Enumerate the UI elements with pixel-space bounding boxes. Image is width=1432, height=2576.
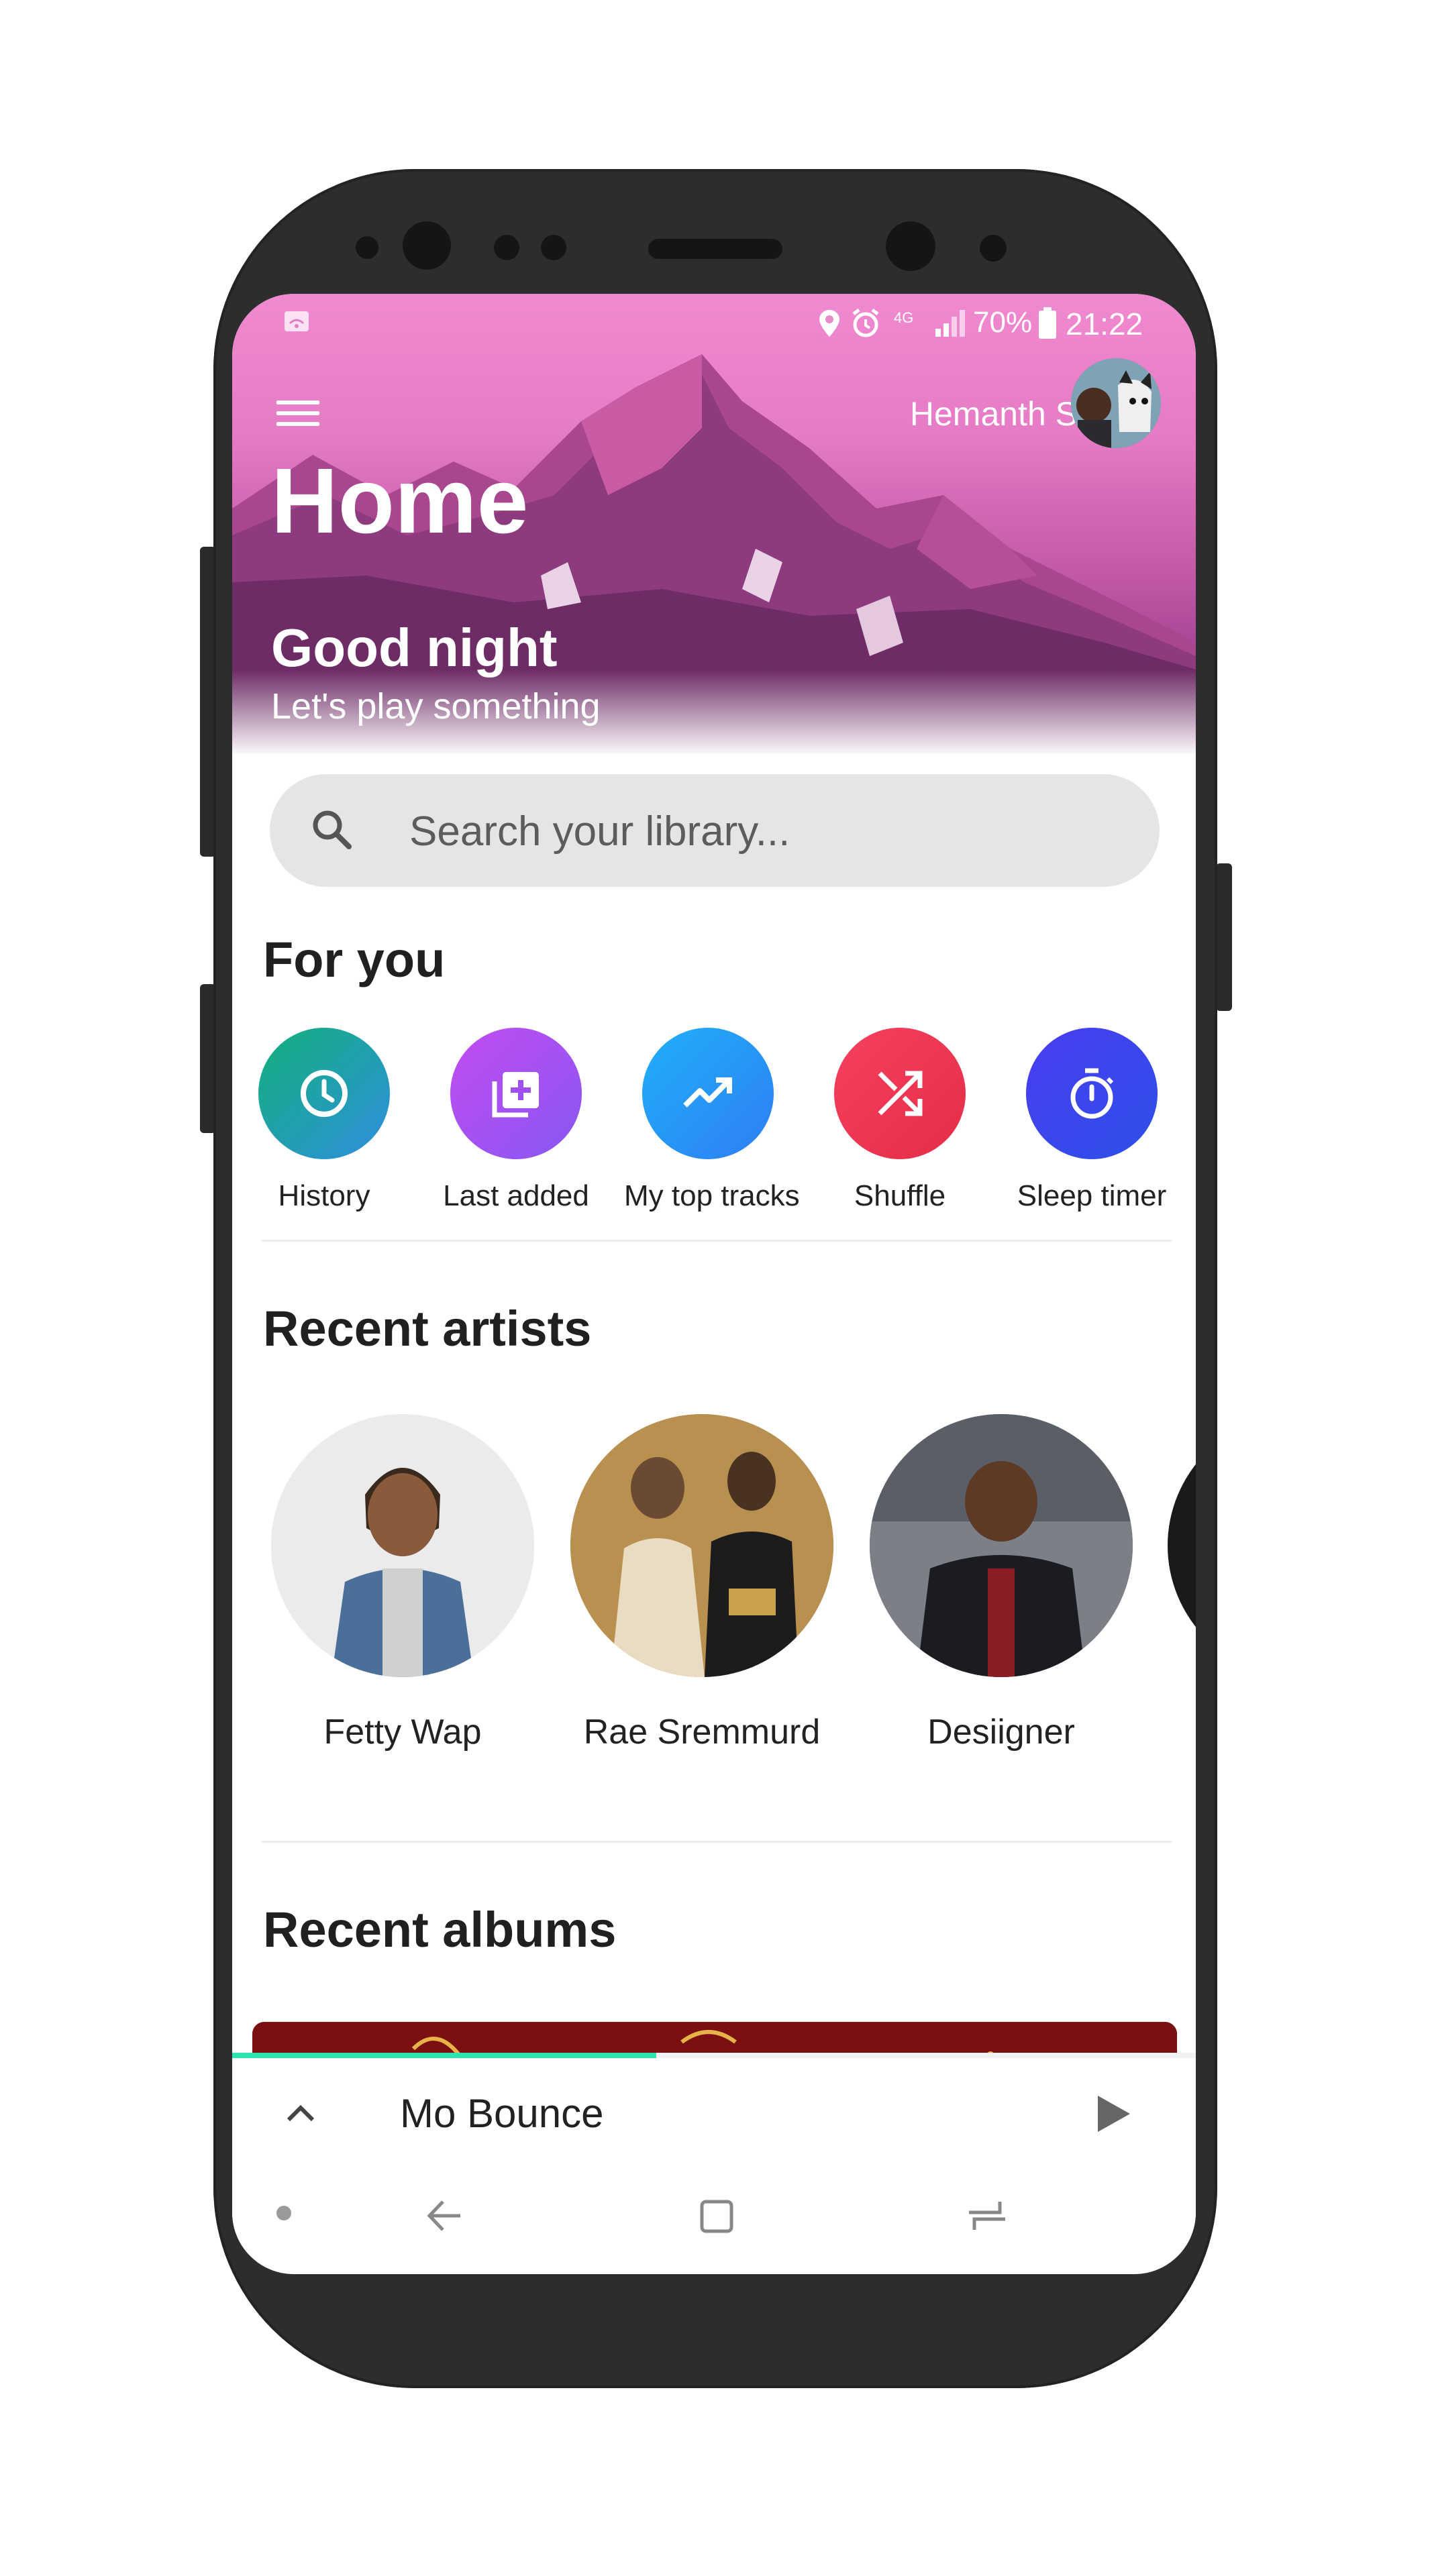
user-name[interactable]: Hemanth S — [850, 394, 1078, 433]
earpiece-speaker — [648, 239, 782, 259]
playlist-add-icon — [492, 1072, 539, 1118]
home-square-icon[interactable] — [693, 2192, 739, 2239]
shuffle-shortcut[interactable]: Shuffle — [816, 1028, 984, 1213]
artist-photo[interactable] — [570, 1414, 833, 1677]
battery-percent: 70% — [973, 306, 1033, 339]
timer-icon — [1070, 1068, 1114, 1119]
back-arrow-icon[interactable] — [420, 2192, 467, 2239]
history-label: History — [278, 1179, 370, 1212]
sensor-dot — [541, 235, 566, 260]
page-title: Home — [271, 449, 529, 553]
greeting-text: Good night — [271, 618, 558, 678]
network-type: 4G — [894, 309, 914, 326]
sleep-timer-button[interactable] — [1026, 1028, 1158, 1159]
location-icon — [819, 310, 839, 337]
system-navigation-bar — [232, 2167, 1196, 2274]
history-button[interactable] — [258, 1028, 390, 1159]
recent-albums-heading: Recent albums — [263, 1902, 617, 1957]
greeting-subtitle: Let's play something — [271, 686, 601, 727]
last-added-shortcut[interactable]: Last added — [432, 1028, 600, 1213]
artist-card[interactable]: Rae Sremmurd — [568, 1414, 836, 1752]
front-camera — [403, 221, 451, 270]
my-top-tracks-label: My top tracks — [624, 1179, 800, 1212]
hamburger-menu-icon[interactable] — [276, 388, 327, 439]
battery-icon — [1039, 307, 1056, 339]
artist-photo[interactable] — [870, 1414, 1133, 1677]
my-top-tracks-button[interactable] — [642, 1028, 774, 1159]
iris-camera — [886, 221, 935, 271]
section-divider — [262, 1240, 1172, 1242]
search-bar[interactable] — [270, 774, 1160, 887]
mini-player[interactable]: Mo Bounce — [232, 2053, 1196, 2167]
shuffle-icon — [878, 1071, 923, 1116]
alarm-icon — [852, 309, 879, 337]
clock: 21:22 — [1066, 307, 1143, 341]
trending-up-icon — [683, 1077, 732, 1108]
search-input[interactable] — [408, 798, 1109, 864]
user-avatar[interactable] — [1071, 358, 1161, 448]
section-divider — [262, 1841, 1172, 1843]
power-button — [1216, 863, 1232, 1011]
now-playing-title[interactable]: Mo Bounce — [400, 2090, 604, 2137]
search-icon — [313, 810, 352, 849]
artist-photo[interactable] — [271, 1414, 534, 1677]
sleep-timer-shortcut[interactable]: Sleep timer — [1008, 1028, 1176, 1213]
artist-name: Desiigner — [927, 1713, 1075, 1752]
last-added-button[interactable] — [450, 1028, 582, 1159]
for-you-heading: For you — [263, 932, 446, 987]
artist-card[interactable]: Fetty Wap — [268, 1414, 537, 1752]
notification-icon — [285, 311, 309, 331]
artist-card-partial[interactable] — [1168, 1414, 1196, 1677]
playback-progress-bar[interactable] — [232, 2053, 1196, 2058]
sensor-dot — [494, 235, 519, 260]
nav-hide-dot[interactable] — [276, 2206, 291, 2220]
play-icon[interactable] — [1088, 2090, 1135, 2137]
sleep-timer-label: Sleep timer — [1017, 1179, 1167, 1212]
artist-name: Rae Sremmurd — [583, 1713, 821, 1752]
status-bar: 4G 70% 21:22 — [232, 294, 1196, 354]
shuffle-button[interactable] — [834, 1028, 966, 1159]
recent-apps-icon[interactable] — [964, 2192, 1011, 2239]
sensor-dot — [356, 236, 378, 259]
signal-icon — [935, 310, 965, 337]
artist-card[interactable]: Desiigner — [867, 1414, 1135, 1752]
sensor-dot — [980, 235, 1007, 262]
history-shortcut[interactable]: History — [240, 1028, 408, 1213]
my-top-tracks-shortcut[interactable]: My top tracks — [624, 1028, 800, 1213]
clock-icon — [301, 1070, 348, 1117]
last-added-label: Last added — [443, 1179, 589, 1212]
app-screen: 4G 70% 21:22 Hemanth S Home Good night L… — [232, 294, 1196, 2274]
shuffle-label: Shuffle — [854, 1179, 946, 1212]
recent-artists-heading: Recent artists — [263, 1301, 592, 1356]
chevron-up-icon[interactable] — [279, 2092, 322, 2135]
playback-progress-fill — [232, 2053, 656, 2058]
artist-name: Fetty Wap — [323, 1713, 482, 1752]
